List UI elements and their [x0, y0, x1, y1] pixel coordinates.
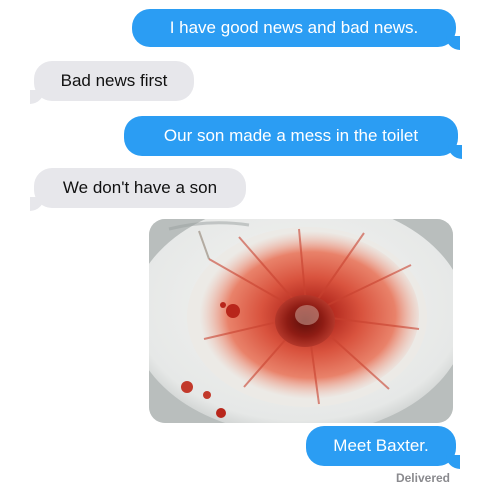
message-text: Bad news first: [60, 71, 168, 90]
message-bubble-received[interactable]: We don't have a son: [34, 168, 246, 208]
message-bubble-received[interactable]: Bad news first: [34, 61, 194, 101]
message-bubble-sent[interactable]: Meet Baxter.: [306, 426, 456, 466]
message-bubble-sent[interactable]: Our son made a mess in the toilet: [124, 116, 458, 156]
toilet-bowl-photo: [149, 219, 453, 423]
image-attachment[interactable]: [149, 219, 453, 423]
bubble-tail: [446, 36, 460, 50]
message-text: Our son made a mess in the toilet: [163, 126, 419, 145]
message-text: I have good news and bad news.: [169, 18, 419, 37]
message-bubble-sent[interactable]: I have good news and bad news.: [132, 9, 456, 47]
bubble-tail: [448, 145, 462, 159]
message-text: We don't have a son: [62, 178, 218, 197]
bubble-tail: [30, 197, 44, 211]
message-text: Meet Baxter.: [333, 436, 429, 455]
bubble-tail: [30, 90, 44, 104]
bubble-tail: [446, 455, 460, 469]
delivery-status: Delivered: [395, 471, 450, 485]
